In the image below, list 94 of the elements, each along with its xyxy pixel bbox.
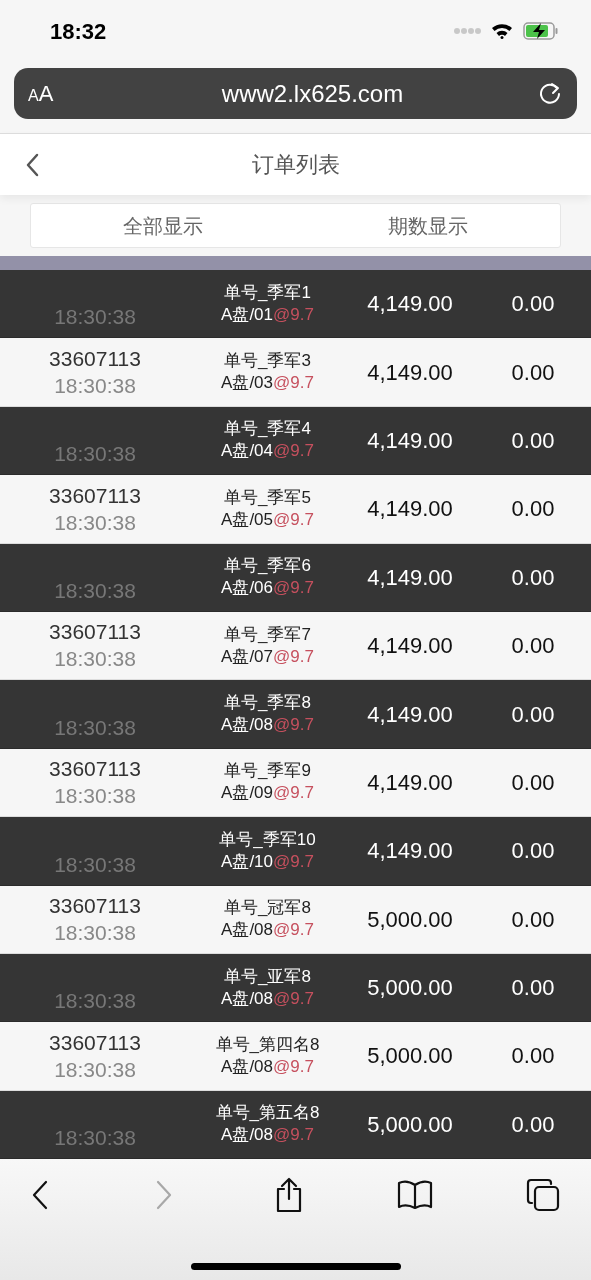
chevron-left-icon (25, 152, 39, 177)
bet-name: 单号_季军4 (224, 418, 311, 441)
chevron-left-icon (31, 1180, 49, 1211)
win-amount: 0.00 (510, 905, 556, 934)
win-amount: 0.00 (510, 1110, 556, 1139)
order-time: 18:30:38 (54, 441, 136, 468)
bet-line: A盘/05@9.7 (221, 508, 314, 531)
order-row[interactable]: 18:30:38 单号_季军8 A盘/08@9.7 4,149.00 0.00 (0, 680, 591, 749)
bet-line: A盘/03@9.7 (221, 372, 314, 395)
address-bar[interactable]: AA www2.lx625.com (14, 68, 577, 119)
win-amount: 0.00 (510, 1042, 556, 1071)
bet-name: 单号_冠军8 (224, 897, 311, 920)
bet-amount: 4,149.00 (366, 495, 454, 524)
wifi-icon (491, 23, 513, 39)
bet-name: 单号_季军9 (224, 760, 311, 783)
order-number: 33607113 (49, 892, 141, 919)
bet-line: A盘/10@9.7 (221, 850, 314, 873)
url-text: www2.lx625.com (220, 78, 405, 109)
bet-line: A盘/01@9.7 (221, 303, 314, 326)
order-time: 18:30:38 (54, 372, 136, 399)
order-time: 18:30:38 (54, 1125, 136, 1152)
bet-name: 单号_季军5 (224, 486, 311, 509)
bet-amount: 5,000.00 (366, 1110, 454, 1139)
tabs-icon (526, 1178, 560, 1213)
order-time: 18:30:38 (54, 919, 136, 946)
order-row[interactable]: 18:30:38 单号_亚军8 A盘/08@9.7 5,000.00 0.00 (0, 953, 591, 1023)
win-amount: 0.00 (510, 290, 556, 319)
order-number: 33607113 (49, 756, 141, 783)
bet-amount: 4,149.00 (366, 768, 454, 797)
win-amount: 0.00 (510, 974, 556, 1003)
order-time: 18:30:38 (54, 851, 136, 878)
bet-amount: 4,149.00 (366, 632, 454, 661)
order-time: 18:30:38 (54, 304, 136, 331)
bet-amount: 4,149.00 (366, 290, 454, 319)
bet-amount: 5,000.00 (366, 905, 454, 934)
order-row[interactable]: 18:30:38 单号_季军4 A盘/04@9.7 4,149.00 0.00 (0, 406, 591, 476)
order-row[interactable]: 18:30:38 单号_第五名8 A盘/08@9.7 5,000.00 0.00 (0, 1090, 591, 1160)
win-amount: 0.00 (510, 837, 556, 866)
chevron-right-icon (155, 1180, 174, 1211)
bet-line: A盘/06@9.7 (221, 577, 314, 600)
bet-line: A盘/08@9.7 (221, 919, 314, 942)
order-row[interactable]: 18:30:38 单号_季军10 A盘/10@9.7 4,149.00 0.00 (0, 817, 591, 886)
order-time: 18:30:38 (54, 714, 136, 741)
bet-line: A盘/08@9.7 (221, 987, 314, 1010)
book-icon (396, 1180, 433, 1211)
win-amount: 0.00 (510, 700, 556, 729)
bet-amount: 4,149.00 (366, 837, 454, 866)
bet-name: 单号_季军10 (219, 828, 316, 851)
bet-name: 单号_季军7 (224, 623, 311, 646)
win-amount: 0.00 (510, 632, 556, 661)
page-title: 订单列表 (251, 151, 340, 179)
bet-name: 单号_第五名8 (215, 1102, 320, 1125)
bet-line: A盘/04@9.7 (221, 440, 314, 463)
win-amount: 0.00 (510, 426, 556, 455)
status-time: 18:32 (50, 17, 107, 46)
view-tab[interactable]: 全部显示 (31, 204, 296, 247)
win-amount: 0.00 (510, 495, 556, 524)
order-row[interactable]: 18:30:38 单号_季军6 A盘/06@9.7 4,149.00 0.00 (0, 543, 591, 612)
order-number: 33607113 (49, 619, 141, 646)
bet-amount: 4,149.00 (366, 426, 454, 455)
order-time: 18:30:38 (54, 646, 136, 673)
bet-name: 单号_季军8 (224, 692, 311, 715)
order-number: 33607113 (49, 345, 141, 372)
order-time: 18:30:38 (54, 988, 136, 1015)
bet-amount: 5,000.00 (366, 1042, 454, 1071)
bet-line: A盘/08@9.7 (221, 714, 314, 737)
bet-amount: 4,149.00 (366, 563, 454, 592)
bet-name: 单号_亚军8 (224, 965, 311, 988)
battery-charging-icon (523, 22, 559, 40)
order-time: 18:30:38 (54, 577, 136, 604)
bet-line: A盘/08@9.7 (221, 1056, 314, 1078)
view-tab[interactable]: 期数显示 (295, 204, 560, 247)
order-time: 18:30:38 (54, 783, 136, 810)
bet-amount: 5,000.00 (366, 974, 454, 1003)
reload-icon[interactable] (537, 80, 563, 107)
bet-name: 单号_季军3 (224, 350, 311, 373)
order-time: 18:30:38 (54, 1056, 136, 1083)
order-number: 33607113 (49, 1029, 141, 1056)
bet-line: A盘/09@9.7 (221, 782, 314, 805)
bet-name: 单号_第四名8 (215, 1034, 320, 1056)
win-amount: 0.00 (510, 768, 556, 797)
order-number: 33607113 (49, 482, 141, 509)
bet-amount: 4,149.00 (366, 358, 454, 387)
bet-name: 单号_季军6 (224, 555, 311, 578)
bet-line: A盘/07@9.7 (221, 645, 314, 668)
win-amount: 0.00 (510, 563, 556, 592)
bet-name: 单号_季军1 (224, 281, 311, 304)
bet-line: A盘/08@9.7 (221, 1124, 314, 1147)
bet-amount: 4,149.00 (366, 700, 454, 729)
order-time: 18:30:38 (54, 509, 136, 536)
order-row[interactable]: 18:30:38 单号_季军1 A盘/01@9.7 4,149.00 0.00 (0, 270, 591, 339)
win-amount: 0.00 (510, 358, 556, 387)
signal-icon (453, 27, 481, 35)
text-size-button[interactable]: AA (28, 77, 88, 110)
